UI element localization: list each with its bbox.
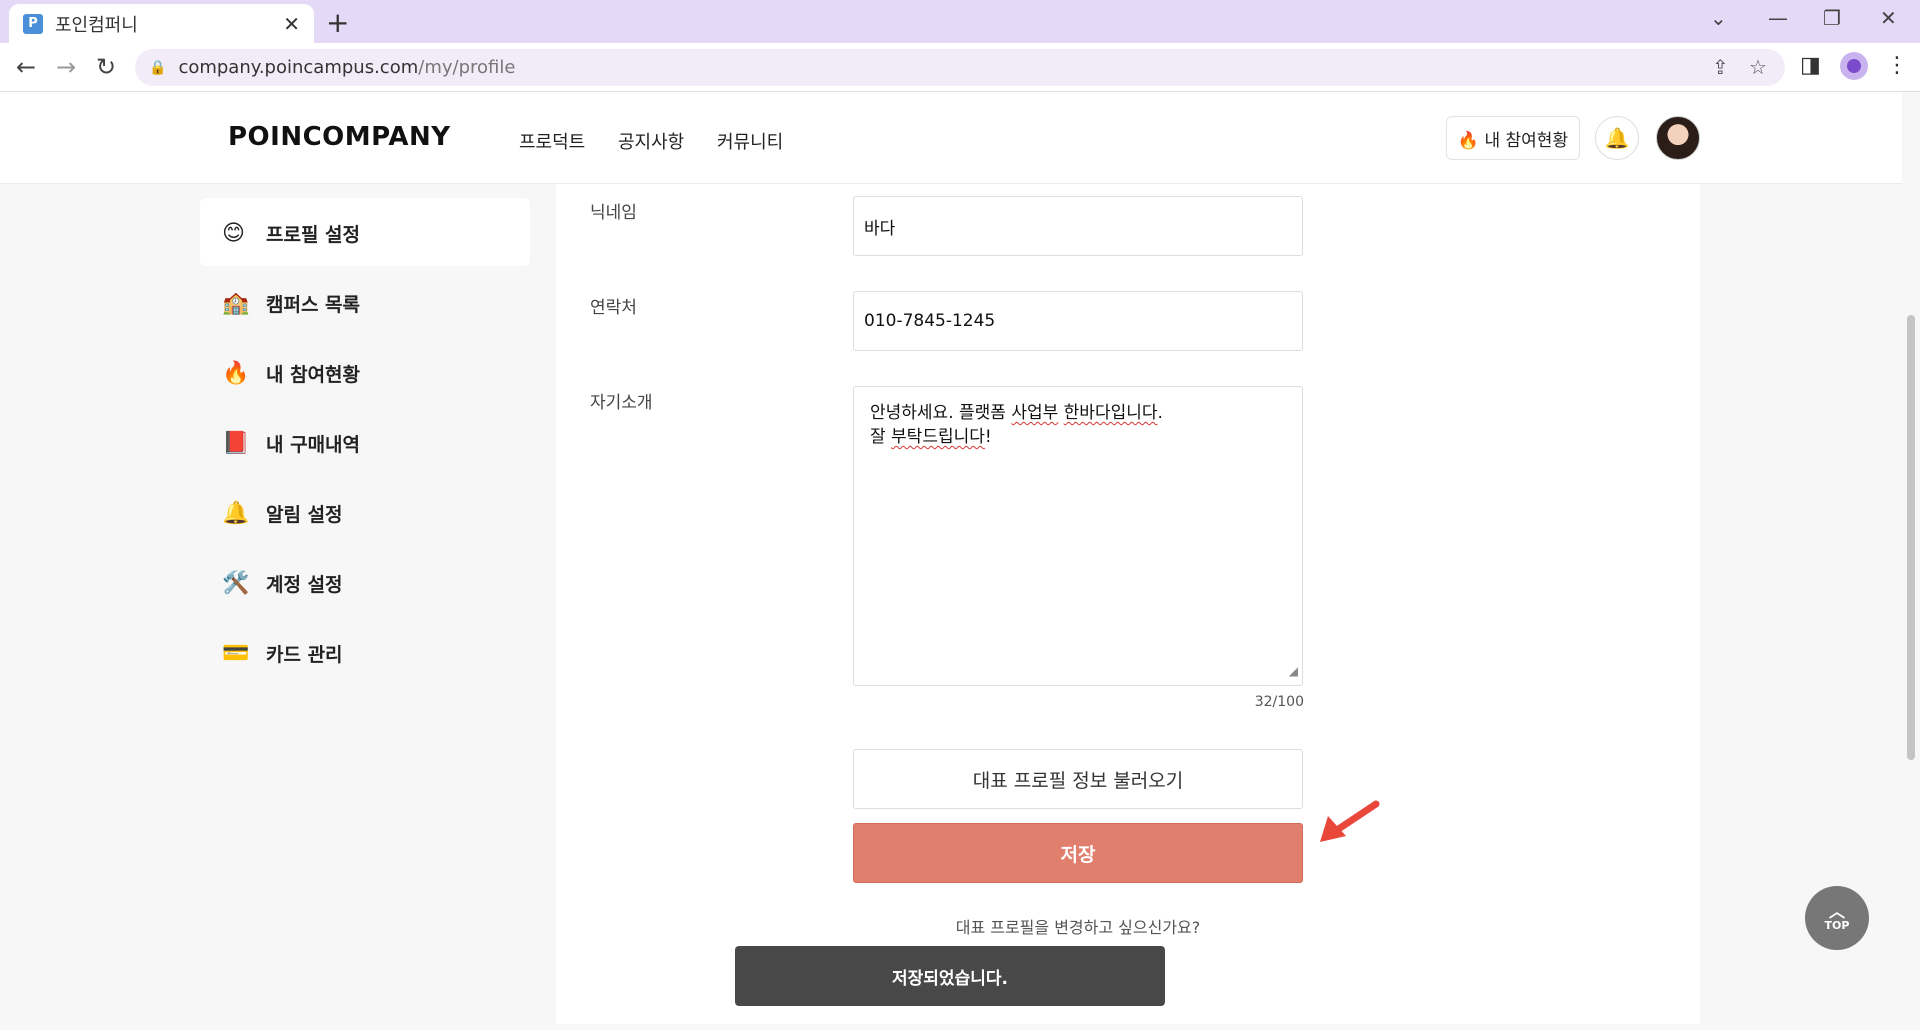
book-icon: 📕: [222, 430, 250, 456]
sidebar-item-notification-settings[interactable]: 🔔 알림 설정: [222, 493, 343, 533]
sidebar-item-campus-list[interactable]: 🏫 캠퍼스 목록: [222, 283, 360, 323]
url-host: company.poincampus.com: [178, 57, 419, 78]
fire-icon: 🔥: [222, 360, 250, 386]
sidebar-item-label: 내 참여현황: [266, 363, 361, 386]
forward-arrow-icon[interactable]: →: [56, 53, 76, 81]
load-main-profile-button[interactable]: 대표 프로필 정보 불러오기: [853, 749, 1303, 809]
chevron-up-icon: ︿: [1828, 901, 1845, 921]
more-menu-icon[interactable]: ⋮: [1886, 53, 1908, 78]
browser-tab[interactable]: P 포인컴퍼니 ✕: [9, 4, 314, 43]
change-profile-prompt[interactable]: 대표 프로필을 변경하고 싶으신가요?: [853, 914, 1303, 938]
reload-icon[interactable]: ↻: [96, 53, 116, 81]
site-favicon-icon: P: [23, 13, 43, 34]
bell-icon: 🔔: [222, 500, 250, 526]
sidebar-item-label: 계정 설정: [266, 573, 343, 596]
my-participation-button[interactable]: 🔥 내 참여현황: [1446, 116, 1580, 160]
pointer-arrow-icon: [1320, 800, 1380, 842]
nav-product[interactable]: 프로덕트: [519, 128, 585, 154]
phone-label: 연락처: [590, 298, 637, 318]
new-tab-plus-icon[interactable]: +: [326, 6, 349, 39]
sidebar-item-purchases[interactable]: 📕 내 구매내역: [222, 423, 360, 463]
browser-tab-bar: P 포인컴퍼니 ✕ + ⌄ — ❐ ✕: [0, 0, 1920, 43]
top-label: TOP: [1824, 918, 1850, 932]
sidebar-item-label: 알림 설정: [266, 503, 343, 526]
credit-card-icon: 💳: [222, 640, 250, 666]
side-panel-icon[interactable]: ◨: [1800, 53, 1821, 78]
notification-bell-icon[interactable]: 🔔: [1595, 116, 1639, 160]
restore-icon[interactable]: ❐: [1823, 6, 1841, 30]
sidebar-item-label: 내 구매내역: [266, 433, 361, 456]
phone-input[interactable]: 010-7845-1245: [853, 291, 1303, 351]
url-path: /my/profile: [418, 57, 516, 78]
smile-icon: 😊: [222, 220, 245, 246]
user-avatar[interactable]: [1656, 116, 1700, 160]
nickname-input[interactable]: 바다: [853, 196, 1303, 256]
save-button[interactable]: 저장: [853, 823, 1303, 883]
sidebar-item-profile-settings[interactable]: 😊 프로필 설정: [222, 213, 360, 253]
share-icon[interactable]: ⇪: [1712, 55, 1729, 79]
intro-textarea[interactable]: 안녕하세요. 플랫폼 사업부 한바다입니다. 잘 부탁드립니다! ◢: [853, 386, 1303, 686]
intro-label: 자기소개: [590, 393, 653, 413]
window-close-icon[interactable]: ✕: [1880, 6, 1897, 30]
scroll-top-button[interactable]: ︿ TOP: [1805, 886, 1869, 950]
page-scrollbar-thumb[interactable]: [1907, 315, 1915, 760]
nickname-label: 닉네임: [590, 203, 637, 223]
sidebar-item-account-settings[interactable]: 🛠️ 계정 설정: [222, 563, 343, 603]
tab-title: 포인컴퍼니: [55, 14, 138, 36]
minimize-icon[interactable]: —: [1768, 6, 1788, 30]
nav-community[interactable]: 커뮤니티: [717, 128, 783, 154]
resize-handle-icon[interactable]: ◢: [1289, 659, 1298, 683]
sidebar-item-label: 카드 관리: [266, 643, 343, 666]
saved-toast: 저장되었습니다.: [735, 946, 1165, 1006]
lock-icon[interactable]: 🔒: [149, 60, 166, 76]
intro-line-2: 잘 부탁드립니다!: [870, 427, 992, 447]
tab-search-chevron-icon[interactable]: ⌄: [1710, 6, 1727, 30]
sidebar-item-label: 캠퍼스 목록: [266, 293, 361, 316]
browser-toolbar: ← → ↻ 🔒 company.poincampus.com/my/profil…: [0, 43, 1920, 92]
intro-line-1: 안녕하세요. 플랫폼 사업부 한바다입니다.: [870, 403, 1163, 423]
close-tab-icon[interactable]: ✕: [283, 12, 300, 36]
site-header: POINCOMPANY 프로덕트 공지사항 커뮤니티 🔥 내 참여현황 🔔: [0, 92, 1902, 184]
nav-notice[interactable]: 공지사항: [618, 128, 684, 154]
bookmark-star-icon[interactable]: ☆: [1749, 55, 1767, 79]
back-arrow-icon[interactable]: ←: [16, 53, 36, 81]
tools-icon: 🛠️: [222, 570, 250, 596]
sidebar-item-card-management[interactable]: 💳 카드 관리: [222, 633, 343, 673]
site-logo[interactable]: POINCOMPANY: [228, 122, 451, 152]
sidebar-item-my-participation[interactable]: 🔥 내 참여현황: [222, 353, 360, 393]
school-icon: 🏫: [222, 290, 250, 316]
char-counter: 32/100: [1254, 694, 1304, 710]
sidebar-item-label: 프로필 설정: [266, 223, 361, 246]
browser-profile-icon[interactable]: [1840, 52, 1868, 80]
address-bar[interactable]: 🔒 company.poincampus.com/my/profile ⇪ ☆: [135, 49, 1785, 86]
